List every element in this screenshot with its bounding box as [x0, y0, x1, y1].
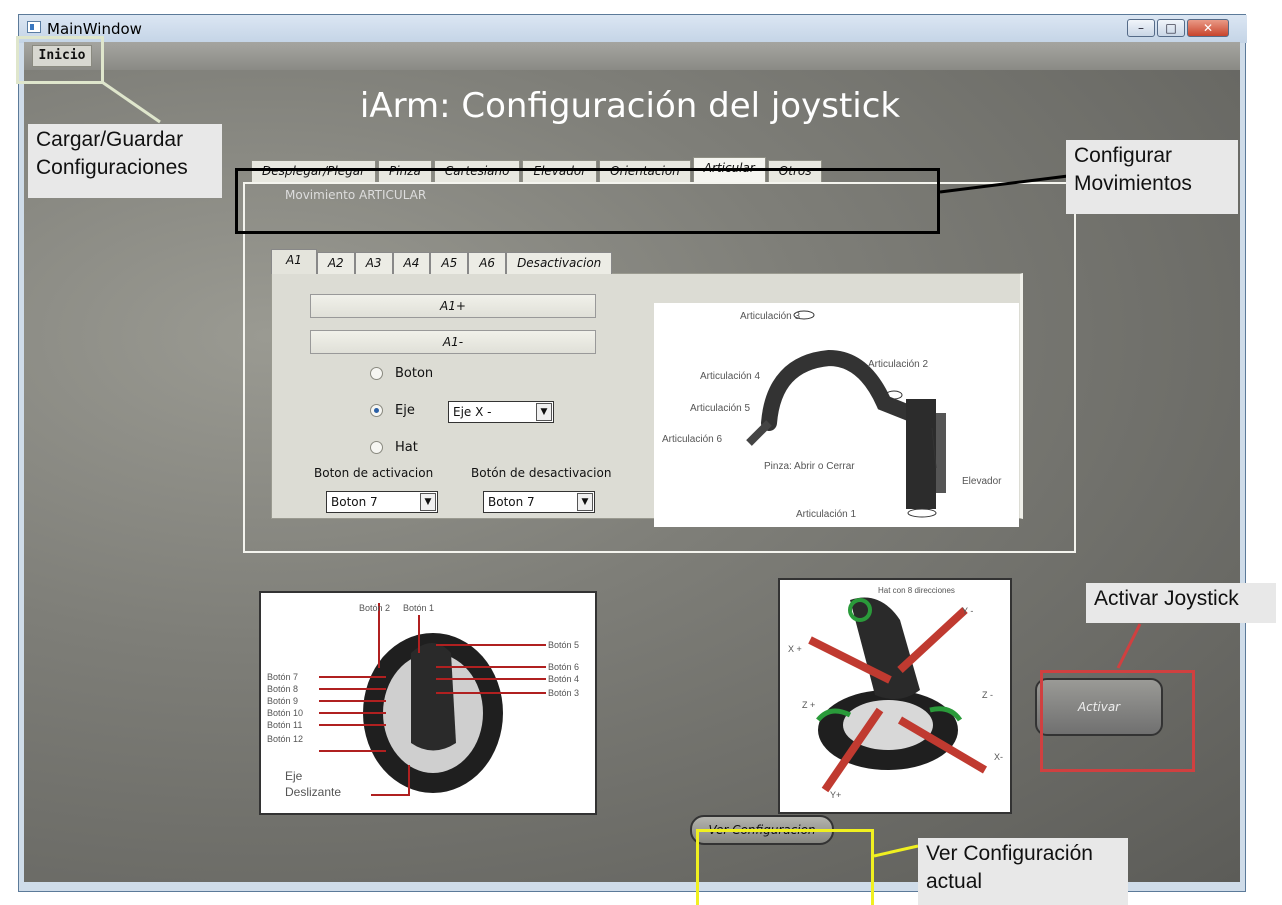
chevron-down-icon[interactable]: ▼ [577, 493, 593, 511]
page-title: iArm: Configuración del joystick [359, 86, 901, 126]
subtab-a5[interactable]: A5 [430, 252, 469, 274]
joystick-buttons-drawing [319, 603, 546, 796]
chevron-down-icon[interactable]: ▼ [536, 403, 552, 421]
eje-select-value: Eje X - [453, 405, 492, 419]
subtab-a3[interactable]: A3 [354, 252, 393, 274]
label-eje: Eje [285, 769, 303, 783]
label-z-minus: Z - [982, 690, 993, 700]
label-boton-2: Botón 2 [359, 603, 391, 613]
radio-boton-row[interactable]: Boton [370, 366, 433, 381]
robot-arm-drawing [746, 310, 946, 518]
subtab-a2[interactable]: A2 [316, 252, 355, 274]
label-boton-5: Botón 5 [548, 640, 580, 650]
a1-plus-button[interactable]: A1+ [310, 294, 596, 318]
label-boton-1: Botón 1 [403, 603, 435, 613]
radio-eje[interactable] [370, 404, 383, 417]
label-pinza: Pinza: Abrir o Cerrar [764, 461, 855, 472]
radio-boton-label: Boton [395, 366, 434, 381]
title-bar: MainWindow – □ ✕ [19, 15, 1247, 43]
a1-minus-button[interactable]: A1- [310, 330, 596, 354]
ver-callout-line [873, 844, 919, 858]
activacion-select[interactable]: Boton 7 ▼ [326, 491, 438, 513]
label-articulacion-3: Articulación 3 [740, 311, 801, 322]
label-z-plus: Z + [802, 700, 816, 710]
sub-tab-panel: A1+ A1- Boton Eje Eje X - ▼ Hat Boton de… [271, 273, 1023, 527]
label-boton-10: Botón 10 [267, 708, 304, 718]
label-boton-11: Botón 11 [267, 720, 303, 730]
activar-highlight-box [1040, 670, 1195, 772]
sub-tab-strip: A1 A2 A3 A4 A5 A6 Desactivacion [271, 249, 613, 274]
label-y-plus: Y+ [830, 790, 842, 800]
label-deslizante: Deslizante [285, 785, 342, 799]
menu-bar: Inicio [24, 42, 1240, 70]
label-boton-7: Botón 7 [267, 672, 299, 682]
activacion-label: Boton de activacion [314, 466, 434, 480]
radio-boton[interactable] [370, 367, 383, 380]
maximize-button[interactable]: □ [1157, 19, 1185, 37]
joystick-axes-drawing [808, 597, 988, 793]
label-articulacion-5: Articulación 5 [690, 403, 751, 414]
activacion-select-value: Boton 7 [331, 495, 378, 509]
subtab-a1[interactable]: A1 [271, 249, 317, 274]
label-boton-4: Botón 4 [548, 674, 580, 684]
subtab-a4[interactable]: A4 [392, 252, 431, 274]
desactivacion-select-value: Boton 7 [488, 495, 535, 509]
label-articulacion-6: Articulación 6 [662, 434, 723, 445]
radio-hat-row[interactable]: Hat [370, 440, 418, 455]
joystick-axes-image: Hat con 8 direcciones Y - X + Z + Z - X-… [778, 578, 1012, 814]
close-button[interactable]: ✕ [1187, 19, 1229, 37]
joystick-buttons-image: Botón 2 Botón 1 Botón 5 Botón 6 Botón 4 … [259, 591, 597, 815]
subtab-a6[interactable]: A6 [468, 252, 507, 274]
label-x-minus: X- [994, 752, 1003, 762]
label-boton-6: Botón 6 [548, 662, 580, 672]
label-boton-3: Botón 3 [548, 688, 580, 698]
inicio-highlight-box [16, 36, 104, 84]
radio-eje-row[interactable]: Eje [370, 403, 415, 418]
label-elevador: Elevador [962, 476, 1002, 487]
subtab-desactivacion[interactable]: Desactivacion [506, 252, 613, 274]
desactivacion-label: Botón de desactivacion [471, 466, 612, 480]
callout-ver-configuracion: Ver Configuración actual [918, 838, 1128, 905]
tabs-callout-line [939, 174, 1069, 194]
label-x-plus: X + [788, 644, 802, 654]
label-boton-8: Botón 8 [267, 684, 299, 694]
tabs-highlight-box [235, 168, 940, 234]
callout-activar-joystick: Activar Joystick [1086, 583, 1276, 623]
radio-hat[interactable] [370, 441, 383, 454]
radio-hat-label: Hat [395, 440, 418, 455]
label-boton-12: Botón 12 [267, 734, 304, 744]
callout-configurar-movimientos: Configurar Movimientos [1066, 140, 1238, 214]
ver-highlight-box [696, 829, 874, 905]
robot-arm-diagram: Articulación 3 Articulación 2 Articulaci… [654, 303, 1019, 527]
label-y-minus: Y - [962, 606, 974, 616]
label-hat: Hat con 8 direcciones [878, 586, 955, 595]
label-articulacion-2: Articulación 2 [868, 359, 929, 370]
eje-select[interactable]: Eje X - ▼ [448, 401, 554, 423]
desactivacion-select[interactable]: Boton 7 ▼ [483, 491, 595, 513]
activar-callout-line [1116, 623, 1142, 669]
chevron-down-icon[interactable]: ▼ [420, 493, 436, 511]
app-window-icon [27, 21, 41, 33]
inicio-callout-line [101, 80, 161, 124]
radio-eje-label: Eje [395, 403, 415, 418]
label-articulacion-1: Articulación 1 [796, 509, 857, 520]
label-articulacion-4: Articulación 4 [700, 371, 761, 382]
label-boton-9: Botón 9 [267, 696, 299, 706]
callout-cargar-guardar: Cargar/Guardar Configuraciones [28, 124, 222, 198]
minimize-button[interactable]: – [1127, 19, 1155, 37]
